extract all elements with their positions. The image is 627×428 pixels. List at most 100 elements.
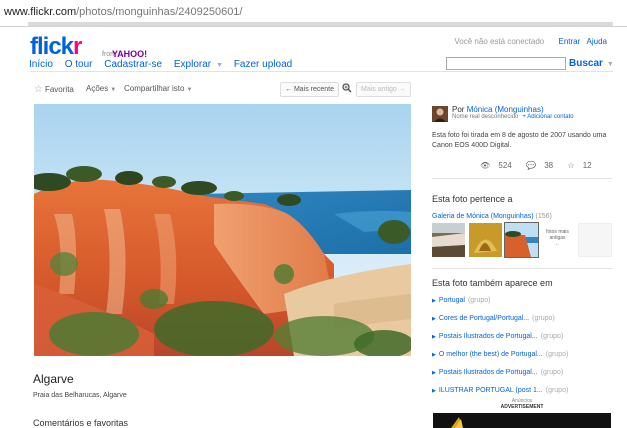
empty-thumb-slot xyxy=(578,223,612,257)
comments-stat: 💬 38 xyxy=(526,161,559,170)
search-button-label: Buscar xyxy=(569,58,603,69)
bullet-icon: ▶ xyxy=(432,316,436,322)
account-links: Você não está conectado Entrar Ajuda xyxy=(454,37,607,46)
group-tag: (grupo) xyxy=(467,297,491,304)
actions-menu[interactable]: Ações ▼ xyxy=(86,84,116,93)
views-count: 524 xyxy=(498,161,512,170)
add-contact-link[interactable]: + Adicionar contato xyxy=(522,114,573,120)
main-nav: Início O tour Cadastrar-se Explorar ▼ Faz… xyxy=(29,59,301,70)
photo-location: Praia das Belharucas, Algarve xyxy=(33,392,127,399)
chevron-down-icon[interactable]: ▼ xyxy=(607,61,614,68)
group-tag: (grupo) xyxy=(532,315,555,322)
comments-count: 38 xyxy=(544,161,554,170)
url-path: /photos/monguinhas/2409250601/ xyxy=(76,6,243,18)
group-item[interactable]: ▶ O melhor (the best) de Portugal... (grup… xyxy=(432,346,568,364)
sidebar-divider xyxy=(432,178,612,179)
group-name: Postais Ilustrados de Portugal... xyxy=(438,333,538,340)
gallery-link[interactable]: Galeria de Mónica (Monguinhas) (156) xyxy=(432,213,552,220)
group-tag: (grupo) xyxy=(545,351,569,358)
help-link[interactable]: Ajuda xyxy=(587,37,607,46)
bullet-icon: ▶ xyxy=(432,352,436,358)
logo-text: flick xyxy=(30,33,74,60)
nav-home[interactable]: Início xyxy=(29,59,53,70)
gallery-thumb[interactable] xyxy=(469,223,502,257)
older-label: Mais antigo → xyxy=(361,86,406,93)
share-label: Compartilhar isto xyxy=(124,84,185,93)
group-tag: (grupo) xyxy=(540,369,564,376)
chevron-down-icon: ▼ xyxy=(110,87,117,93)
gallery-thumb[interactable] xyxy=(432,223,465,257)
group-tag: (grupo) xyxy=(540,333,564,340)
actions-label: Ações xyxy=(86,84,109,93)
advertisement-banner[interactable] xyxy=(433,413,611,428)
bullet-icon: ▶ xyxy=(432,370,436,376)
older-photo-button[interactable]: Mais antigo → xyxy=(356,82,411,97)
star-icon: ☆ xyxy=(34,84,43,95)
photo-description: Esta foto foi tirada em 8 de agosto de 2… xyxy=(432,132,607,149)
zoom-icon[interactable] xyxy=(342,83,352,95)
main-photo[interactable] xyxy=(34,104,411,356)
owner-subline: Nome real desconhecido + Adicionar contat… xyxy=(452,114,574,120)
comment-icon: 💬 xyxy=(525,161,536,170)
owner-name-link[interactable]: Mónica (Monguinhas) xyxy=(467,105,544,114)
group-item[interactable]: ▶ Postais Ilustrados de Portugal... (grupo… xyxy=(432,328,568,346)
url-host: www.flickr.com xyxy=(4,6,77,18)
group-name: Cores de Portugal/Portugal... xyxy=(438,315,530,322)
share-menu[interactable]: Compartilhar isto ▼ xyxy=(124,84,192,93)
search-input[interactable] xyxy=(446,57,566,70)
comments-heading: Comentários e favoritas xyxy=(33,418,129,428)
search-button[interactable]: Buscar ▼ xyxy=(569,58,614,69)
group-name: Portugal xyxy=(438,297,465,304)
favorites-count: 12 xyxy=(582,161,592,170)
nav-tour[interactable]: O tour xyxy=(65,59,93,70)
arrow-left-icon: ← xyxy=(555,241,560,247)
advertisement-label: ADVERTISEMENT xyxy=(500,404,544,410)
owner-line: Por Mónica (Monguinhas) xyxy=(452,105,544,114)
group-item[interactable]: ▶ Cores de Portugal/Portugal... (grupo) xyxy=(432,310,568,328)
signin-link[interactable]: Entrar xyxy=(559,37,581,46)
group-name: ILUSTRAR PORTUGAL (post 1... xyxy=(438,387,543,394)
favorites-stat: ☆ 12 xyxy=(567,161,597,170)
owner-by-label: Por xyxy=(452,105,465,114)
logo-accent: r xyxy=(73,33,82,60)
header-divider xyxy=(30,71,613,72)
owner-avatar[interactable] xyxy=(432,106,448,122)
browser-address-bar[interactable]: www.flickr.com/photos/monguinhas/2409250… xyxy=(0,0,627,27)
photo-toolbar: ☆ Favorita Ações ▼ Compartilhar isto ▼ ← Ma… xyxy=(30,81,413,98)
bullet-icon: ▶ xyxy=(432,388,436,394)
nav-explore[interactable]: Explorar xyxy=(174,59,211,70)
photo-stats: 👁 524 💬 38 ☆ 12 xyxy=(480,161,604,170)
gallery-thumb-current[interactable] xyxy=(504,222,539,258)
gallery-count: (156) xyxy=(535,213,552,220)
also-in-heading: Esta foto também aparece em xyxy=(432,278,553,288)
older-photos-link[interactable]: fotos mais antigas ← xyxy=(541,225,574,257)
belongs-heading: Esta foto pertence a xyxy=(432,194,513,204)
eye-icon: 👁 xyxy=(480,161,491,170)
gallery-name: Galeria de Mónica (Monguinhas) xyxy=(432,213,534,220)
browser-toolbar-strip xyxy=(28,22,613,26)
owner-realname-status: Nome real desconhecido xyxy=(452,114,519,120)
group-item[interactable]: ▶ Portugal (grupo) xyxy=(432,292,568,310)
ads-label-block: Anúncios ADVERTISEMENT xyxy=(432,398,612,410)
flickr-logo[interactable]: flickr from YAHOO! xyxy=(30,33,147,60)
nav-upload[interactable]: Fazer upload xyxy=(234,59,292,70)
group-name: Postais Ilustrados de Portugal... xyxy=(438,369,538,376)
group-tag: (grupo) xyxy=(545,387,569,394)
views-stat: 👁 524 xyxy=(480,161,518,170)
bullet-icon: ▶ xyxy=(432,298,436,304)
chevron-down-icon: ▼ xyxy=(186,87,193,93)
nav-signup[interactable]: Cadastrar-se xyxy=(104,59,162,70)
newer-label: ← Mais recente xyxy=(285,86,335,93)
address-url[interactable]: www.flickr.com/photos/monguinhas/2409250… xyxy=(4,6,242,18)
group-name: O melhor (the best) de Portugal... xyxy=(438,351,543,358)
chevron-down-icon[interactable]: ▼ xyxy=(216,62,223,69)
photo-title: Algarve xyxy=(33,372,74,386)
bullet-icon: ▶ xyxy=(432,334,436,340)
login-status: Você não está conectado xyxy=(454,37,545,46)
group-item[interactable]: ▶ Postais Ilustrados de Portugal... (grupo… xyxy=(432,364,568,382)
flickr-photo-page: www.flickr.com/photos/monguinhas/2409250… xyxy=(0,0,627,428)
group-list: ▶ Portugal (grupo) ▶ Cores de Portugal/Port… xyxy=(432,292,568,400)
newer-photo-button[interactable]: ← Mais recente xyxy=(280,82,340,97)
star-icon: ☆ xyxy=(567,161,575,170)
favorite-button[interactable]: ☆ Favorita xyxy=(34,84,74,95)
